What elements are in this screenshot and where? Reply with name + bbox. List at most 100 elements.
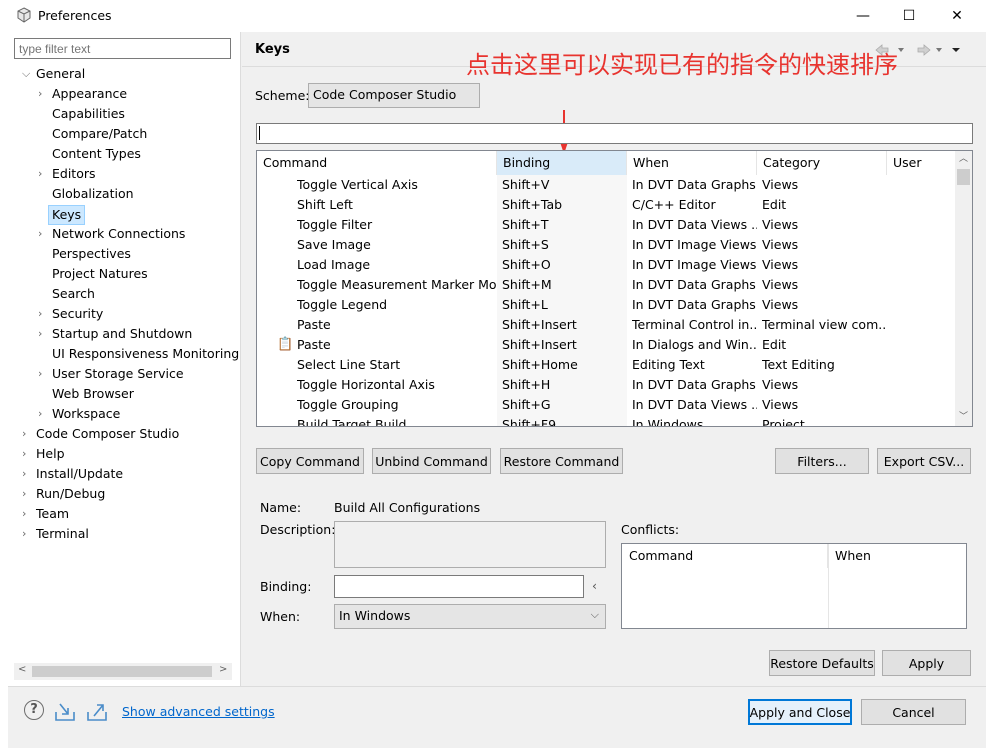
tree-item-ui-responsiveness-monitoring[interactable]: UI Responsiveness Monitoring: [52, 344, 239, 364]
import-icon[interactable]: [54, 700, 76, 722]
tree-item-perspectives[interactable]: Perspectives: [52, 244, 131, 264]
column-header-binding[interactable]: Binding: [497, 151, 627, 175]
table-row[interactable]: Toggle Vertical Axis Shift+V In DVT Data G…: [257, 175, 957, 195]
cell-when: In DVT Data Views ...: [632, 397, 757, 412]
chevron-right-icon[interactable]: ›: [22, 444, 32, 464]
tree-item-startup-and-shutdown[interactable]: Startup and Shutdown: [52, 324, 192, 344]
chevron-right-icon[interactable]: ›: [22, 464, 32, 484]
table-row[interactable]: Build Target Build Shift+F9 In Windows Proj…: [257, 415, 957, 426]
conflicts-table[interactable]: Command When: [621, 543, 967, 629]
chevron-right-icon[interactable]: ›: [38, 164, 48, 184]
tree-item-keys[interactable]: Keys: [48, 205, 86, 225]
table-vertical-scrollbar[interactable]: ︿ ﹀: [955, 151, 972, 426]
scroll-up-icon[interactable]: ︿: [955, 151, 972, 168]
chevron-down-icon[interactable]: ⌵: [22, 64, 32, 84]
chevron-right-icon[interactable]: ›: [22, 524, 32, 544]
tree-item-team[interactable]: Team: [36, 504, 69, 524]
tree-item-general[interactable]: General: [36, 64, 85, 84]
table-row[interactable]: Select Line Start Shift+Home Editing Text T…: [257, 355, 957, 375]
export-csv-button[interactable]: Export CSV...: [877, 448, 971, 474]
cell-user: [892, 215, 952, 235]
tree-item-search[interactable]: Search: [52, 284, 95, 304]
cancel-button[interactable]: Cancel: [861, 699, 966, 725]
cell-user: [892, 255, 952, 275]
keys-table[interactable]: Command Binding When Category User Toggl…: [256, 150, 973, 427]
cell-category: Views: [762, 177, 799, 192]
table-row[interactable]: Save Image Shift+S In DVT Image Views Views: [257, 235, 957, 255]
tree-horizontal-scrollbar[interactable]: < >: [14, 663, 232, 680]
tree-item-workspace[interactable]: Workspace: [52, 404, 120, 424]
cell-binding: Shift+H: [502, 377, 551, 392]
column-header-when[interactable]: When: [627, 151, 757, 175]
filter-input[interactable]: [14, 38, 231, 59]
scroll-down-icon[interactable]: ﹀: [955, 409, 972, 426]
restore-defaults-button[interactable]: Restore Defaults: [769, 650, 875, 676]
column-header-user[interactable]: User: [887, 151, 957, 175]
tree-item-user-storage-service[interactable]: User Storage Service: [52, 364, 184, 384]
help-icon[interactable]: ?: [24, 700, 44, 720]
text-caret: [259, 126, 260, 140]
tree-item-terminal[interactable]: Terminal: [36, 524, 89, 544]
export-icon[interactable]: [86, 700, 108, 722]
chevron-right-icon[interactable]: ›: [22, 424, 32, 444]
conflicts-header-when[interactable]: When: [828, 544, 966, 568]
chevron-right-icon[interactable]: ›: [22, 504, 32, 524]
close-button[interactable]: ✕: [934, 0, 980, 32]
binding-menu-chevron-icon[interactable]: ‹: [592, 578, 597, 593]
scrollbar-thumb[interactable]: [32, 666, 212, 677]
chevron-right-icon[interactable]: ›: [38, 324, 48, 344]
table-row[interactable]: Paste Shift+Insert Terminal Control in... T…: [257, 315, 957, 335]
tree-item-code-composer-studio[interactable]: Code Composer Studio: [36, 424, 179, 444]
maximize-button[interactable]: ☐: [886, 0, 932, 32]
table-row[interactable]: Load Image Shift+O In DVT Image Views Views: [257, 255, 957, 275]
unbind-command-button[interactable]: Unbind Command: [372, 448, 491, 474]
tree-item-compare-patch[interactable]: Compare/Patch: [52, 124, 147, 144]
copy-command-button[interactable]: Copy Command: [256, 448, 364, 474]
table-row[interactable]: 📋 Paste Shift+Insert In Dialogs and Win... E…: [257, 335, 957, 355]
cell-user: [892, 275, 952, 295]
chevron-right-icon[interactable]: ›: [38, 84, 48, 104]
tree-item-content-types[interactable]: Content Types: [52, 144, 141, 164]
tree-item-run-debug[interactable]: Run/Debug: [36, 484, 105, 504]
tree-item-appearance[interactable]: Appearance: [52, 84, 127, 104]
command-search-input[interactable]: [256, 123, 973, 144]
conflicts-header-command[interactable]: Command: [622, 544, 828, 568]
apply-and-close-button[interactable]: Apply and Close: [748, 699, 852, 725]
scroll-left-icon[interactable]: <: [18, 664, 26, 675]
tree-item-globalization[interactable]: Globalization: [52, 184, 134, 204]
tree-item-help[interactable]: Help: [36, 444, 65, 464]
binding-input[interactable]: [334, 575, 584, 598]
minimize-button[interactable]: —: [840, 0, 886, 32]
tree-item-project-natures[interactable]: Project Natures: [52, 264, 148, 284]
scroll-right-icon[interactable]: >: [219, 664, 227, 675]
column-header-category[interactable]: Category: [757, 151, 887, 175]
divider: [8, 686, 986, 687]
tree-item-security[interactable]: Security: [52, 304, 103, 324]
column-header-command[interactable]: Command: [257, 151, 497, 175]
scheme-select[interactable]: Code Composer Studio: [308, 83, 480, 108]
tree-item-capabilities[interactable]: Capabilities: [52, 104, 125, 124]
scrollbar-thumb[interactable]: [957, 169, 970, 185]
table-row[interactable]: Toggle Legend Shift+L In DVT Data Graphs Vi…: [257, 295, 957, 315]
chevron-right-icon[interactable]: ›: [38, 404, 48, 424]
filters-button[interactable]: Filters...: [775, 448, 869, 474]
show-advanced-settings-link[interactable]: Show advanced settings: [122, 704, 275, 719]
tree-item-network-connections[interactable]: Network Connections: [52, 224, 185, 244]
table-row[interactable]: Toggle Grouping Shift+G In DVT Data Views …: [257, 395, 957, 415]
tree-item-web-browser[interactable]: Web Browser: [52, 384, 134, 404]
table-row[interactable]: Toggle Horizontal Axis Shift+H In DVT Data…: [257, 375, 957, 395]
cell-user: [892, 335, 952, 355]
restore-command-button[interactable]: Restore Command: [500, 448, 623, 474]
table-row[interactable]: Toggle Filter Shift+T In DVT Data Views ..…: [257, 215, 957, 235]
tree-item-install-update[interactable]: Install/Update: [36, 464, 123, 484]
apply-button[interactable]: Apply: [882, 650, 971, 676]
table-row[interactable]: Shift Left Shift+Tab C/C++ Editor Edit: [257, 195, 957, 215]
table-row[interactable]: Toggle Measurement Marker Mode Shift+M In …: [257, 275, 957, 295]
chevron-right-icon[interactable]: ›: [38, 364, 48, 384]
chevron-right-icon[interactable]: ›: [38, 304, 48, 324]
chevron-right-icon[interactable]: ›: [38, 224, 48, 244]
chevron-right-icon[interactable]: ›: [22, 484, 32, 504]
cell-when: In DVT Image Views: [632, 237, 757, 252]
tree-item-editors[interactable]: Editors: [52, 164, 96, 184]
when-select[interactable]: In Windows ⌵: [334, 604, 606, 629]
